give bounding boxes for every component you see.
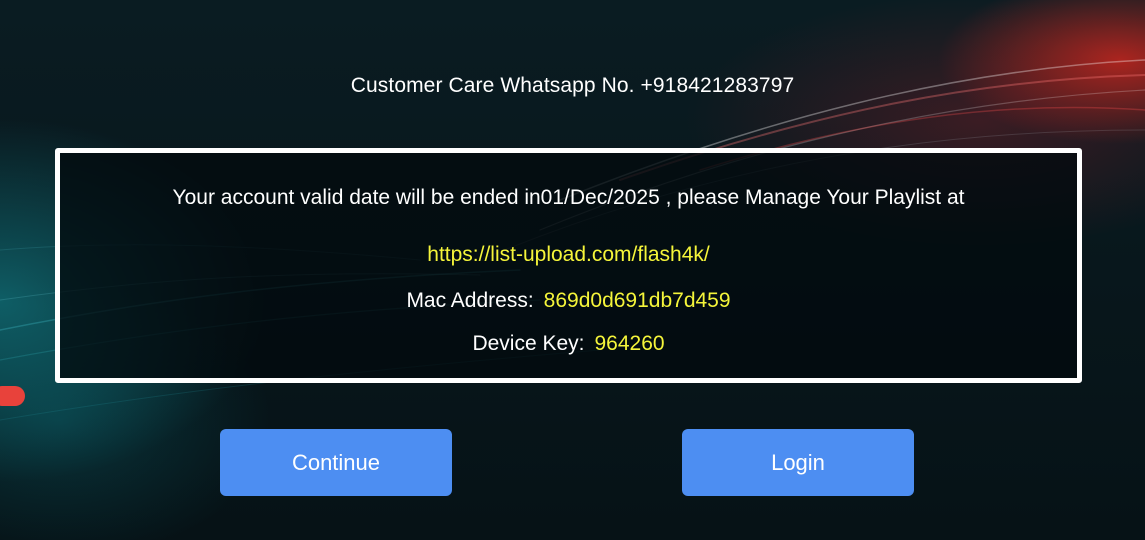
side-indicator-tab[interactable] [0,386,25,406]
device-key-value: 964260 [594,332,665,355]
continue-button[interactable]: Continue [220,429,452,496]
device-key-row: Device Key: 964260 [60,332,1077,356]
customer-care-text: Customer Care Whatsapp No. +918421283797 [350,74,795,97]
device-key-label: Device Key: [472,332,585,355]
validity-message: Your account valid date will be ended in… [172,186,965,209]
mac-address-value: 869d0d691db7d459 [543,289,731,312]
playlist-url-link[interactable]: https://list-upload.com/flash4k/ [427,243,709,266]
account-info-panel: Your account valid date will be ended in… [55,148,1082,383]
login-button[interactable]: Login [682,429,914,496]
mac-address-row: Mac Address: 869d0d691db7d459 [60,289,1077,313]
mac-address-label: Mac Address: [406,289,534,312]
